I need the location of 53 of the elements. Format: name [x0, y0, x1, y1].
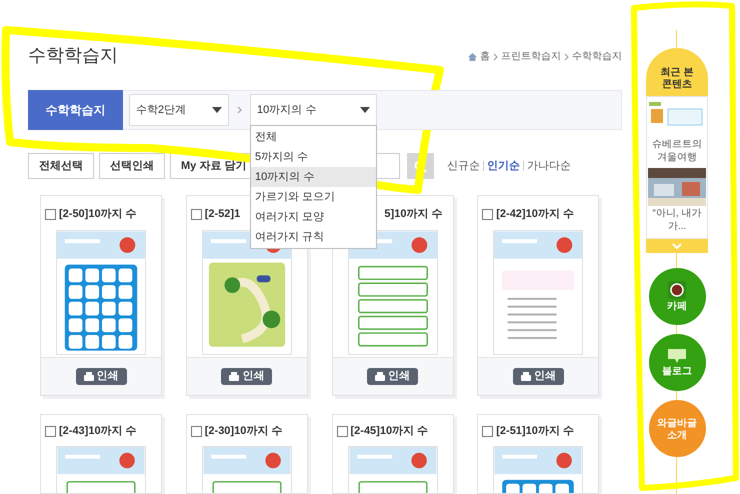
breadcrumb-link[interactable]: 수학학습지	[572, 49, 622, 64]
breadcrumb-link[interactable]: 프린트학습지	[501, 49, 561, 64]
recent-header: 최근 본 콘텐츠	[646, 48, 708, 96]
checkbox[interactable]	[190, 426, 202, 437]
printer-icon	[229, 372, 240, 381]
toolbar-button[interactable]: 전체선택	[28, 153, 94, 179]
card-title[interactable]: [2-52]1	[204, 206, 240, 222]
chevron-down-icon	[672, 243, 682, 249]
home-icon	[468, 52, 477, 60]
chevron-icon	[493, 52, 498, 60]
topic-select[interactable]: 10까지의 수	[250, 94, 377, 126]
speech-bubble-icon	[667, 348, 687, 364]
print-button[interactable]: 인쇄	[367, 368, 418, 385]
print-button[interactable]: 인쇄	[512, 368, 564, 385]
card-title[interactable]: 5]10까지 수	[384, 206, 442, 222]
sort-link[interactable]: 신규순	[447, 158, 480, 174]
dropdown-option[interactable]: 가르기와 모으기	[251, 187, 376, 207]
chevron-icon	[237, 106, 242, 114]
caret-icon	[360, 107, 370, 113]
print-button[interactable]: 인쇄	[76, 368, 126, 385]
card-title[interactable]: [2-30]10까지 수	[204, 423, 282, 440]
dropdown-option[interactable]: 여러가지 모양	[251, 207, 376, 227]
level-select[interactable]: 수학2단계	[129, 94, 229, 126]
page-title: 수학학습지	[28, 46, 118, 64]
sort-link[interactable]: 가나다순	[527, 158, 571, 174]
checkbox[interactable]	[45, 208, 56, 220]
recent-caption[interactable]: 슈베르트의 겨울여행	[649, 138, 705, 164]
category-label: 수학학습지	[28, 90, 123, 130]
search-icon	[414, 160, 427, 172]
printer-icon	[520, 372, 531, 381]
cup-icon	[668, 280, 686, 298]
toolbar-button[interactable]: 선택인쇄	[99, 153, 165, 179]
dropdown-option[interactable]: 여러가지 규칙	[251, 227, 376, 247]
card-title[interactable]: [2-45]10까지 수	[350, 423, 428, 440]
card-title[interactable]: [2-50]10까지 수	[59, 206, 137, 222]
checkbox[interactable]	[190, 208, 202, 220]
chevron-icon	[564, 52, 569, 60]
printer-icon	[84, 372, 94, 381]
print-button[interactable]: 인쇄	[221, 368, 272, 385]
checkbox[interactable]	[482, 208, 494, 220]
dropdown-option[interactable]: 10까지의 수	[251, 167, 376, 187]
printer-icon	[375, 372, 385, 381]
checkbox[interactable]	[336, 426, 348, 437]
caret-icon	[212, 107, 222, 113]
card-title[interactable]: [2-42]10까지 수	[496, 206, 574, 222]
recent-caption[interactable]: “아니, 내가 가...	[649, 207, 705, 233]
sort-link[interactable]: 인기순	[487, 158, 520, 174]
checkbox[interactable]	[45, 426, 56, 437]
breadcrumb-link[interactable]: 홈	[480, 49, 490, 64]
dropdown-option[interactable]: 전체	[251, 127, 376, 147]
card-title[interactable]: [2-43]10까지 수	[59, 423, 137, 440]
checkbox[interactable]	[482, 426, 494, 437]
card-title[interactable]: [2-51]10까지 수	[496, 423, 574, 440]
